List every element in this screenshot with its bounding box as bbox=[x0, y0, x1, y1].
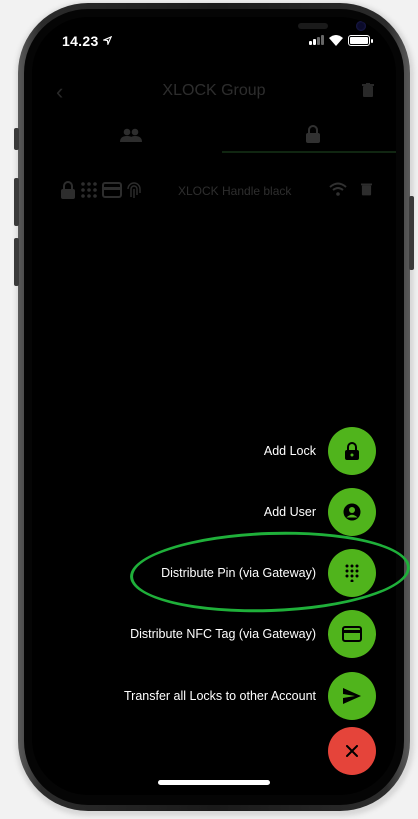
home-indicator[interactable] bbox=[158, 780, 270, 785]
speaker-grille bbox=[298, 23, 328, 29]
page-title: XLOCK Group bbox=[162, 82, 266, 99]
volume-up-button bbox=[14, 178, 19, 226]
mute-switch bbox=[14, 128, 19, 150]
phone-screen: ‹ XLOCK Group XLOCK Handle black 14.23 A… bbox=[32, 17, 396, 795]
tab-users[interactable] bbox=[40, 117, 222, 153]
list-item[interactable]: XLOCK Handle black bbox=[32, 177, 396, 207]
front-camera bbox=[356, 21, 366, 31]
status-time-text: 14.23 bbox=[62, 33, 99, 49]
users-icon bbox=[120, 128, 142, 142]
close-icon bbox=[346, 745, 358, 757]
speed-dial-transfer-locks[interactable]: Transfer all Locks to other Account bbox=[124, 672, 376, 720]
card-icon bbox=[342, 626, 362, 642]
lock-name: XLOCK Handle black bbox=[178, 184, 292, 198]
add-lock-label: Add Lock bbox=[263, 444, 316, 458]
speed-dial-add-lock[interactable]: Add Lock bbox=[264, 427, 376, 475]
add-user-label: Add User bbox=[263, 505, 316, 519]
lock-feature-icons bbox=[60, 181, 142, 199]
lock-icon bbox=[306, 125, 320, 143]
close-speed-dial-button[interactable] bbox=[328, 727, 376, 775]
send-icon bbox=[343, 688, 361, 704]
add-lock-button[interactable] bbox=[328, 427, 376, 475]
notch bbox=[130, 17, 366, 51]
group-tabs bbox=[32, 117, 396, 153]
location-icon bbox=[101, 35, 112, 47]
delete-lock-icon[interactable] bbox=[361, 182, 372, 196]
keypad-icon bbox=[81, 182, 97, 198]
lock-status-icons bbox=[329, 182, 372, 196]
fingerprint-icon bbox=[127, 182, 141, 198]
status-time: 14.23 bbox=[62, 33, 112, 49]
tab-locks[interactable] bbox=[222, 117, 396, 153]
transfer-locks-button[interactable] bbox=[328, 672, 376, 720]
cellular-signal-icon bbox=[309, 35, 324, 45]
delete-group-icon[interactable] bbox=[362, 83, 374, 97]
distribute-nfc-button[interactable] bbox=[328, 610, 376, 658]
battery-icon bbox=[348, 34, 373, 46]
navigation-bar: ‹ XLOCK Group bbox=[32, 75, 396, 105]
distribute-nfc-label: Distribute NFC Tag (via Gateway) bbox=[130, 627, 316, 641]
wifi-status-icon bbox=[329, 35, 343, 46]
lock-icon bbox=[61, 181, 75, 199]
speed-dial-add-user[interactable]: Add User bbox=[264, 488, 376, 536]
volume-down-button bbox=[14, 238, 19, 286]
add-user-button[interactable] bbox=[328, 488, 376, 536]
wifi-icon bbox=[329, 182, 347, 196]
speed-dial-close[interactable] bbox=[328, 727, 376, 775]
card-icon bbox=[102, 182, 122, 198]
speed-dial-distribute-nfc[interactable]: Distribute NFC Tag (via Gateway) bbox=[130, 610, 376, 658]
user-icon bbox=[343, 503, 361, 521]
transfer-locks-label: Transfer all Locks to other Account bbox=[124, 689, 316, 703]
status-icons bbox=[309, 34, 373, 46]
lock-icon bbox=[345, 442, 359, 460]
power-button bbox=[409, 196, 414, 270]
